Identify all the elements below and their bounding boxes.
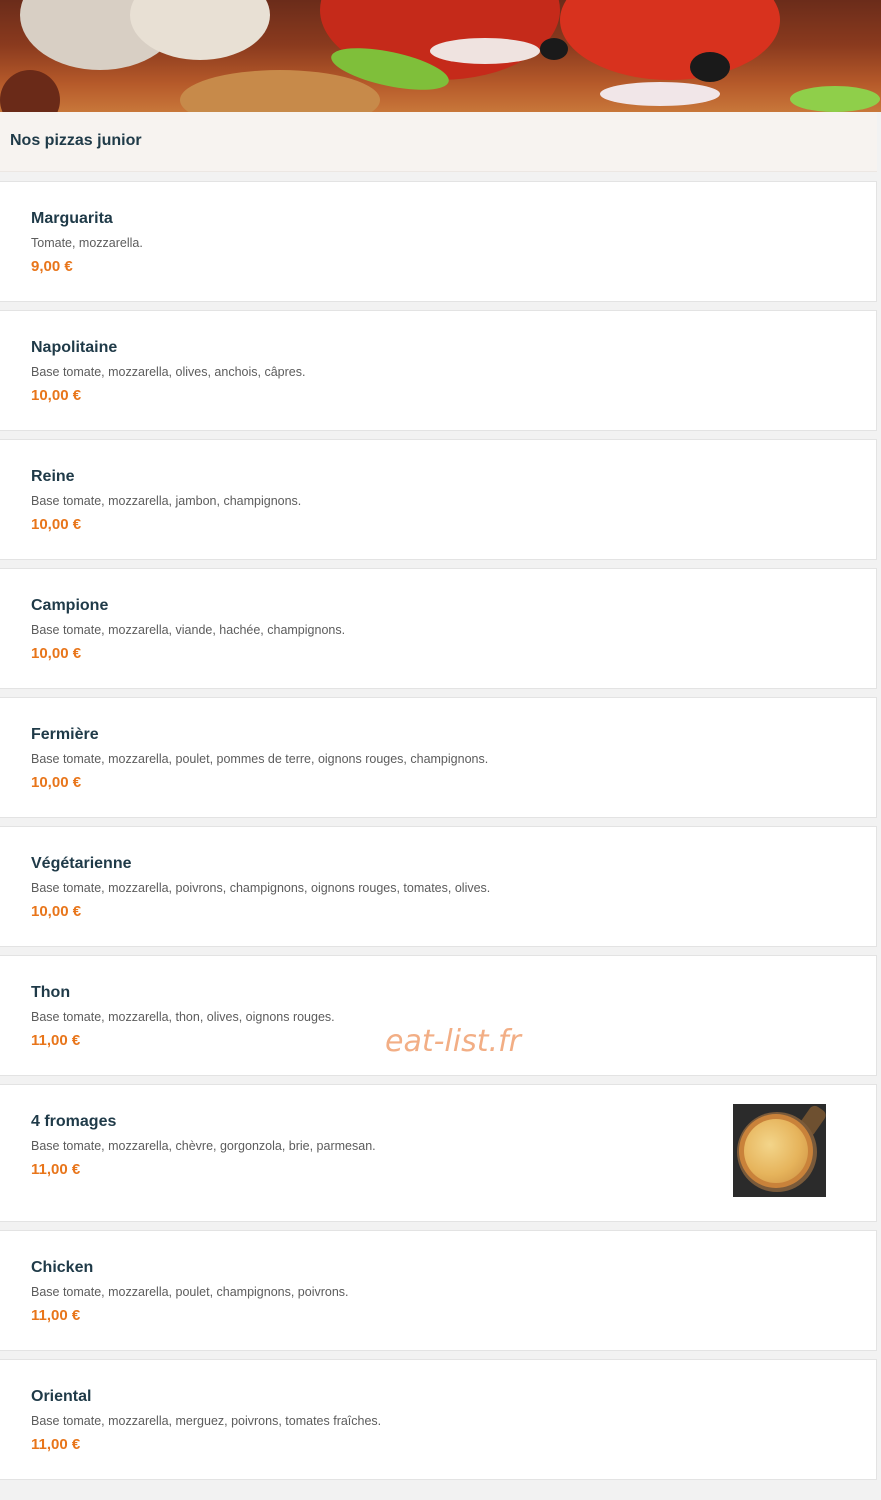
item-name: Oriental (31, 1388, 92, 1405)
menu-item-list: Marguarita Tomate, mozzarella. 9,00 € Na… (0, 181, 877, 1488)
item-description: Base tomate, mozzarella, poulet, champig… (31, 1285, 349, 1299)
menu-item[interactable]: 4 fromages Base tomate, mozzarella, chèv… (0, 1084, 877, 1222)
item-description: Base tomate, mozzarella, merguez, poivro… (31, 1414, 382, 1428)
menu-item[interactable]: Campione Base tomate, mozzarella, viande… (0, 568, 877, 689)
item-name: Napolitaine (31, 339, 118, 356)
menu-item[interactable]: Oriental Base tomate, mozzarella, mergue… (0, 1359, 877, 1480)
item-price: 10,00 € (31, 387, 82, 404)
menu-item[interactable]: Reine Base tomate, mozzarella, jambon, c… (0, 439, 877, 560)
item-description: Base tomate, mozzarella, poulet, pommes … (31, 752, 489, 766)
item-description: Base tomate, mozzarella, jambon, champig… (31, 494, 302, 508)
item-description: Base tomate, mozzarella, thon, olives, o… (31, 1010, 335, 1024)
item-price: 9,00 € (31, 258, 73, 275)
item-description: Base tomate, mozzarella, chèvre, gorgonz… (31, 1139, 376, 1153)
item-price: 10,00 € (31, 903, 82, 920)
item-price: 11,00 € (31, 1032, 81, 1049)
pizza-cheese (744, 1119, 808, 1183)
item-name: 4 fromages (31, 1113, 117, 1130)
item-description: Tomate, mozzarella. (31, 236, 143, 250)
item-description: Base tomate, mozzarella, viande, hachée,… (31, 623, 346, 637)
menu-item[interactable]: Végétarienne Base tomate, mozzarella, po… (0, 826, 877, 947)
item-price: 11,00 € (31, 1307, 81, 1324)
section-title: Nos pizzas junior (10, 132, 142, 149)
section-header: Nos pizzas junior (0, 112, 877, 172)
item-description: Base tomate, mozzarella, olives, anchois… (31, 365, 306, 379)
item-price: 10,00 € (31, 774, 82, 791)
watermark: eat-list.fr (385, 1024, 521, 1059)
item-name: Campione (31, 597, 109, 614)
item-name: Végétarienne (31, 855, 132, 872)
item-price: 11,00 € (31, 1161, 81, 1178)
item-price: 10,00 € (31, 645, 82, 662)
menu-item[interactable]: Chicken Base tomate, mozzarella, poulet,… (0, 1230, 877, 1351)
item-name: Thon (31, 984, 71, 1001)
item-name: Chicken (31, 1259, 94, 1276)
item-price: 10,00 € (31, 516, 82, 533)
menu-item[interactable]: Napolitaine Base tomate, mozzarella, oli… (0, 310, 877, 431)
item-name: Reine (31, 468, 75, 485)
item-name: Marguarita (31, 210, 113, 227)
item-description: Base tomate, mozzarella, poivrons, champ… (31, 881, 491, 895)
menu-item[interactable]: Fermière Base tomate, mozzarella, poulet… (0, 697, 877, 818)
item-price: 11,00 € (31, 1436, 81, 1453)
hero-banner-image (0, 0, 881, 112)
menu-item[interactable]: Marguarita Tomate, mozzarella. 9,00 € (0, 181, 877, 302)
pizza-photo[interactable] (733, 1104, 826, 1197)
item-name: Fermière (31, 726, 99, 743)
